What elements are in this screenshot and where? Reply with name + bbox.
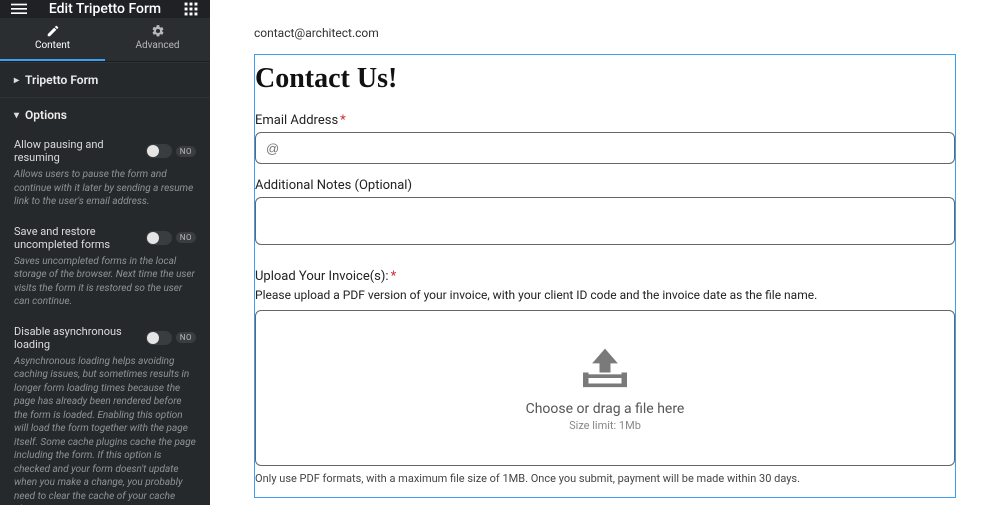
- section-label: Options: [25, 108, 67, 122]
- section-options-header[interactable]: ▾ Options: [0, 98, 210, 132]
- dropzone-main-text: Choose or drag a file here: [526, 401, 685, 417]
- sidebar-title: Edit Tripetto Form: [28, 1, 182, 17]
- section-options: ▾ Options Allow pausing and resuming NO A…: [0, 97, 210, 505]
- section-tripetto-form[interactable]: ▸ Tripetto Form: [0, 62, 210, 97]
- tab-advanced[interactable]: Advanced: [105, 18, 210, 61]
- option-desc: Allows users to pause the form and conti…: [14, 168, 196, 209]
- required-star: *: [391, 269, 397, 284]
- sidebar-header: Edit Tripetto Form: [0, 0, 210, 18]
- notes-field[interactable]: [255, 197, 955, 245]
- chevron-down-icon: ▾: [14, 110, 19, 121]
- form-canvas: contact@architect.com Contact Us! Email …: [210, 0, 1000, 505]
- option-save-restore: Save and restore uncompleted forms NO Sa…: [0, 219, 210, 319]
- option-label: Disable asynchronous loading: [14, 325, 146, 351]
- toggle-save-restore[interactable]: NO: [146, 231, 196, 245]
- tab-content[interactable]: Content: [0, 18, 105, 61]
- toggle-badge: NO: [176, 232, 196, 243]
- option-label: Save and restore uncompleted forms: [14, 225, 146, 251]
- dropzone-sub-text: Size limit: 1Mb: [569, 419, 641, 432]
- option-label: Allow pausing and resuming: [14, 138, 146, 164]
- upload-label: Upload Your Invoice(s):*: [255, 269, 955, 284]
- option-desc: Saves uncompleted forms in the local sto…: [14, 255, 196, 309]
- sidebar-tabs: Content Advanced: [0, 18, 210, 62]
- required-star: *: [340, 113, 346, 128]
- form-selection-outline[interactable]: Contact Us! Email Address* Additional No…: [254, 54, 956, 498]
- gear-icon: [151, 24, 165, 38]
- pencil-icon: [46, 24, 60, 38]
- option-allow-pausing: Allow pausing and resuming NO Allows use…: [0, 132, 210, 219]
- toggle-allow-pausing[interactable]: NO: [146, 144, 196, 158]
- toggle-badge: NO: [176, 146, 196, 157]
- app-root: Edit Tripetto Form Content Advanced ▸ Tri…: [0, 0, 1000, 505]
- upload-footer-text: Only use PDF formats, with a maximum fil…: [255, 472, 955, 485]
- section-label: Tripetto Form: [25, 73, 98, 87]
- upload-help: Please upload a PDF version of your invo…: [255, 288, 955, 302]
- form-title: Contact Us!: [255, 63, 955, 95]
- file-dropzone[interactable]: Choose or drag a file here Size limit: 1…: [255, 310, 955, 466]
- toggle-async-loading[interactable]: NO: [146, 331, 196, 345]
- email-field[interactable]: [255, 132, 955, 164]
- option-async-loading: Disable asynchronous loading NO Asynchro…: [0, 319, 210, 505]
- top-email-text: contact@architect.com: [254, 26, 956, 40]
- tab-content-label: Content: [35, 40, 70, 51]
- option-desc: Asynchronous loading helps avoiding cach…: [14, 355, 196, 505]
- upload-tray-icon: [575, 345, 635, 393]
- chevron-right-icon: ▸: [14, 75, 19, 86]
- hamburger-icon[interactable]: [10, 0, 28, 18]
- notes-label: Additional Notes (Optional): [255, 178, 955, 193]
- editor-sidebar: Edit Tripetto Form Content Advanced ▸ Tri…: [0, 0, 210, 505]
- email-label: Email Address*: [255, 113, 955, 128]
- tab-advanced-label: Advanced: [135, 40, 179, 51]
- toggle-badge: NO: [176, 332, 196, 343]
- grid-icon[interactable]: [182, 0, 200, 18]
